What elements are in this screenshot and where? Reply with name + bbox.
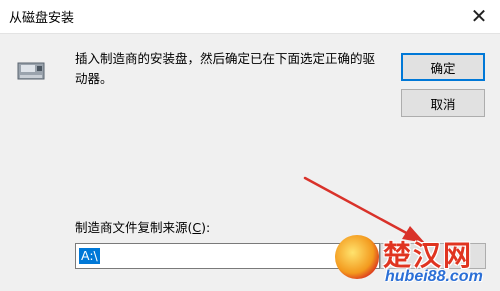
watermark-domain: hubei88.com <box>385 268 483 285</box>
site-watermark: 楚汉网 hubei88.com <box>335 232 500 291</box>
source-label-prefix: 制造商文件复制来源( <box>75 220 193 235</box>
source-label-suffix: ): <box>201 220 211 235</box>
instruction-text: 插入制造商的安装盘，然后确定已在下面选定正确的驱动器。 <box>75 51 376 86</box>
source-label: 制造商文件复制来源(C): <box>75 217 210 236</box>
source-path-value: A:\ <box>79 248 100 264</box>
cancel-button[interactable]: 取消 <box>401 89 485 117</box>
watermark-logo <box>335 235 379 279</box>
close-icon: ✕ <box>470 3 488 28</box>
source-label-accel: C <box>192 220 202 235</box>
close-button[interactable]: ✕ <box>458 0 500 31</box>
window-title: 从磁盘安装 <box>9 11 75 26</box>
ok-button[interactable]: 确定 <box>401 53 485 81</box>
title-bar: 从磁盘安装 ✕ <box>0 0 500 33</box>
floppy-disk-icon <box>17 62 45 80</box>
